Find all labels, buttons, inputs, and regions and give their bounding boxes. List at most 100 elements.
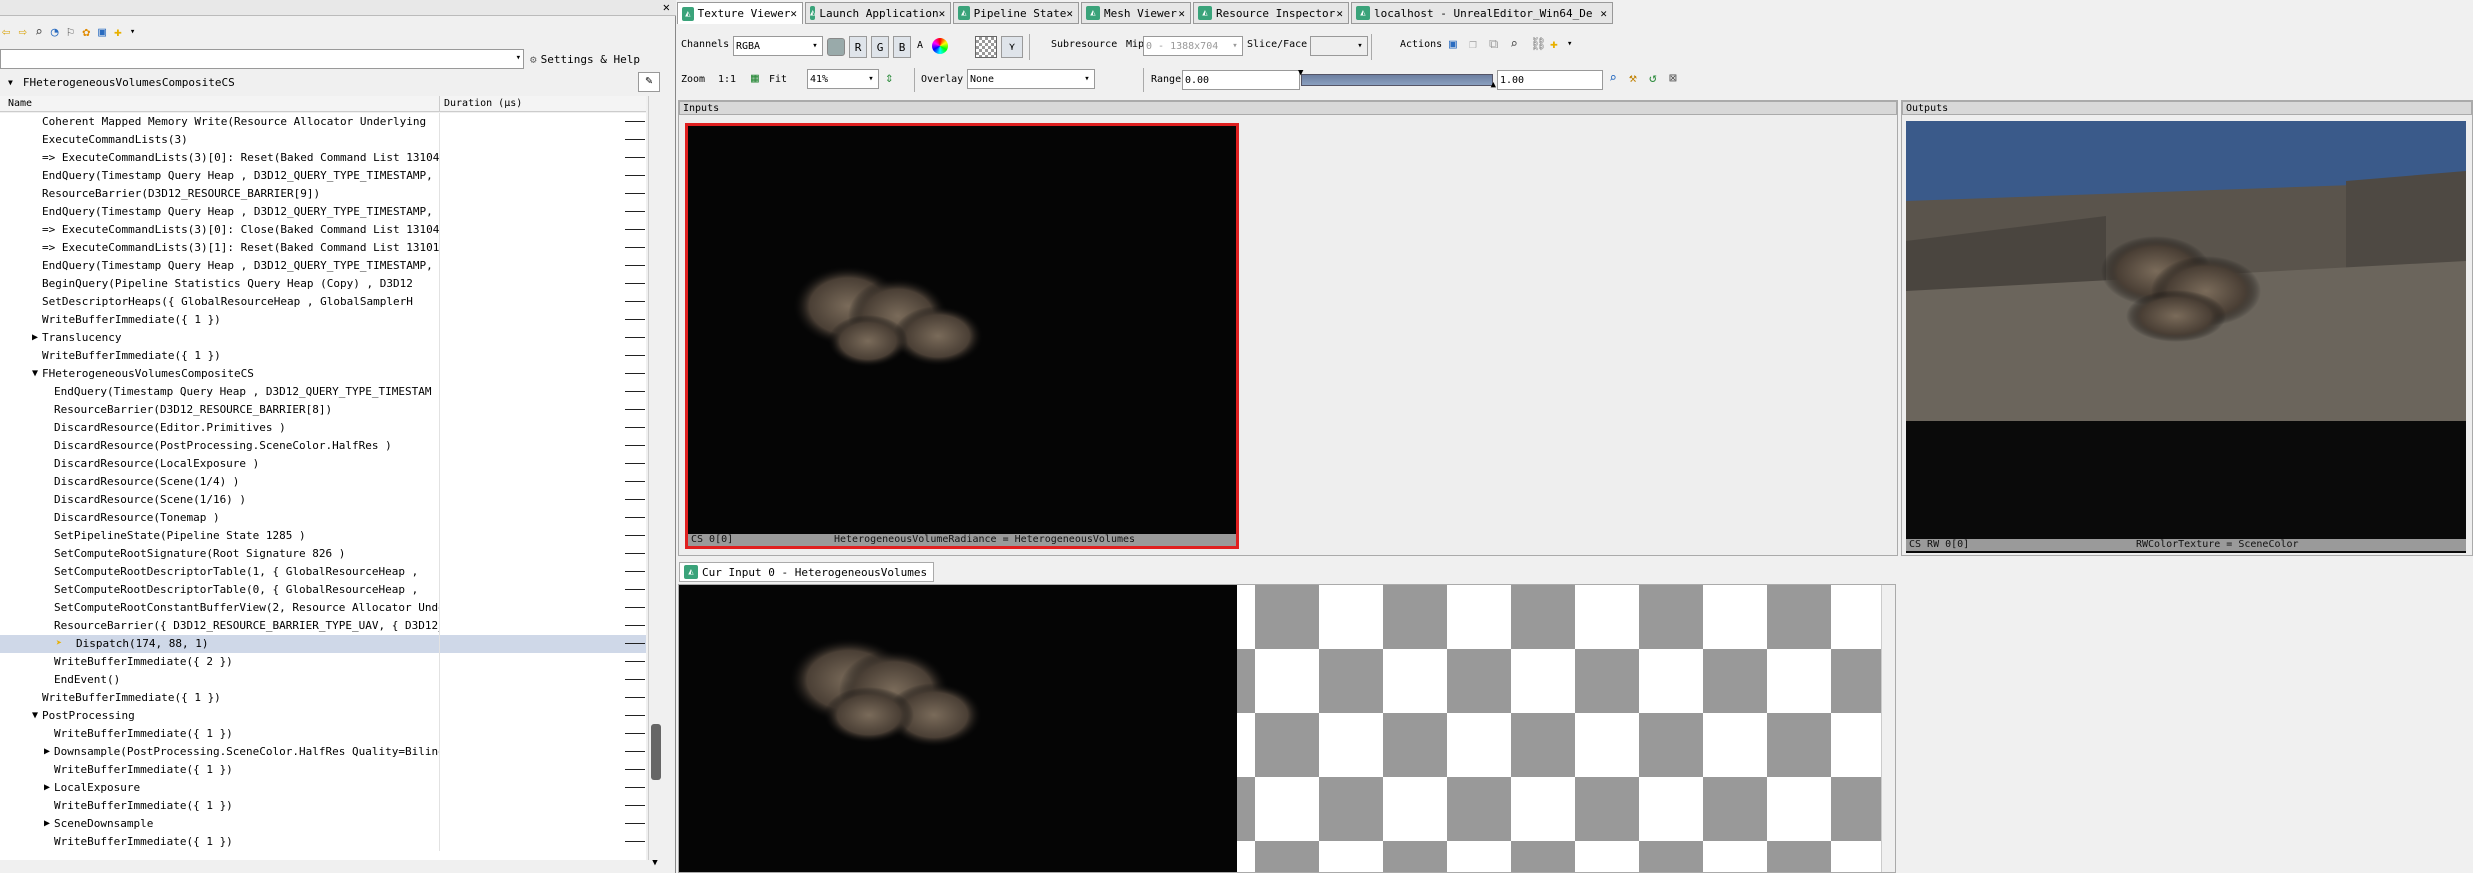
- event-row[interactable]: ▶ SceneDownsample: [0, 815, 646, 833]
- close-icon[interactable]: ✕: [663, 0, 670, 14]
- event-row[interactable]: DiscardResource(PostProcessing.SceneColo…: [0, 437, 646, 455]
- slice-select[interactable]: ▾: [1310, 36, 1368, 56]
- event-row[interactable]: => ExecuteCommandLists(3)[1]: Reset(Bake…: [0, 239, 646, 257]
- event-row[interactable]: BeginQuery(Pipeline Statistics Query Hea…: [0, 275, 646, 293]
- event-row[interactable]: SetComputeRootSignature(Root Signature 8…: [0, 545, 646, 563]
- event-row[interactable]: ▶ LocalExposure: [0, 779, 646, 797]
- range-min-handle[interactable]: ▼: [1298, 68, 1303, 78]
- edit-icon[interactable]: ✎: [638, 72, 660, 92]
- chevron-down-icon[interactable]: ▾: [516, 53, 521, 63]
- event-row[interactable]: EndQuery(Timestamp Query Heap , D3D12_QU…: [0, 257, 646, 275]
- open-icon[interactable]: ⧉: [1489, 37, 1498, 52]
- event-row[interactable]: SetComputeRootDescriptorTable(1, { Globa…: [0, 563, 646, 581]
- binoculars-icon[interactable]: ⌕: [1510, 37, 1518, 52]
- expand-icon[interactable]: ▶: [44, 779, 50, 797]
- tab-0[interactable]: ◭ Texture Viewer ✕: [677, 2, 803, 24]
- checkerboard-icon[interactable]: [975, 36, 997, 58]
- zoom-select[interactable]: 41% ▾: [807, 69, 879, 89]
- event-row[interactable]: WriteBufferImmediate({ 1 }): [0, 761, 646, 779]
- main-texture-view[interactable]: [678, 584, 1896, 873]
- event-row[interactable]: EndQuery(Timestamp Query Heap , D3D12_QU…: [0, 203, 646, 221]
- color-wheel-icon[interactable]: [932, 38, 948, 54]
- event-row[interactable]: WriteBufferImmediate({ 1 }): [0, 347, 646, 365]
- event-row[interactable]: => ExecuteCommandLists(3)[0]: Reset(Bake…: [0, 149, 646, 167]
- chevron-down-icon[interactable]: ▼: [8, 78, 13, 87]
- collapse-icon[interactable]: ▼: [32, 707, 38, 725]
- event-row[interactable]: EndQuery(Timestamp Query Heap , D3D12_QU…: [0, 167, 646, 185]
- zoom-1to1-button[interactable]: 1:1: [718, 74, 736, 85]
- event-row[interactable]: DiscardResource(Editor.Primitives ): [0, 419, 646, 437]
- scroll-down-icon[interactable]: ▼: [648, 858, 662, 872]
- fit-button[interactable]: Fit: [769, 74, 787, 85]
- filter-input[interactable]: ▾: [0, 49, 524, 69]
- output-thumbnail[interactable]: CS RW 0[0] RWColorTexture = SceneColor: [1906, 121, 2466, 553]
- flip-icon[interactable]: ⋎: [1001, 36, 1023, 58]
- event-tree[interactable]: Coherent Mapped Memory Write(Resource Al…: [0, 113, 646, 860]
- link-icon[interactable]: ⛓: [1530, 37, 1547, 52]
- expand-icon[interactable]: ▶: [32, 329, 38, 347]
- event-row[interactable]: DiscardResource(Scene(1/4) ): [0, 473, 646, 491]
- event-row[interactable]: WriteBufferImmediate({ 1 }): [0, 689, 646, 707]
- channel-r-button[interactable]: R: [849, 36, 867, 58]
- range-histogram[interactable]: ▼ ▲: [1298, 68, 1496, 90]
- chevron-down-icon[interactable]: ▾: [130, 27, 135, 37]
- channel-b-button[interactable]: B: [893, 36, 911, 58]
- close-icon[interactable]: ✕: [1336, 7, 1343, 20]
- timer-icon[interactable]: ◔: [51, 25, 59, 40]
- save-icon[interactable]: ▣: [1449, 37, 1457, 52]
- event-row[interactable]: ▼ FHeterogeneousVolumesCompositeCS: [0, 365, 646, 383]
- pipette-icon[interactable]: ✚: [1550, 37, 1558, 52]
- event-row[interactable]: SetDescriptorHeaps({ GlobalResourceHeap …: [0, 293, 646, 311]
- event-row[interactable]: ExecuteCommandLists(3): [0, 131, 646, 149]
- mip-select[interactable]: 0 - 1388x704 ▾: [1143, 36, 1243, 56]
- close-icon[interactable]: ✕: [790, 7, 797, 20]
- event-row[interactable]: ➤ Dispatch(174, 88, 1): [0, 635, 646, 653]
- close-icon[interactable]: ✕: [939, 7, 946, 20]
- collapse-icon[interactable]: ▼: [32, 365, 38, 383]
- settings-icon[interactable]: ✿: [82, 25, 90, 40]
- chevron-down-icon[interactable]: ▾: [1567, 39, 1572, 49]
- event-row[interactable]: Coherent Mapped Memory Write(Resource Al…: [0, 113, 646, 131]
- event-row[interactable]: ▼ PostProcessing: [0, 707, 646, 725]
- texture-canvas[interactable]: [679, 585, 1237, 872]
- event-row[interactable]: SetComputeRootConstantBufferView(2, Reso…: [0, 599, 646, 617]
- channel-g-button[interactable]: G: [871, 36, 889, 58]
- event-row[interactable]: WriteBufferImmediate({ 1 }): [0, 797, 646, 815]
- range-min-input[interactable]: 0.00: [1182, 70, 1300, 90]
- tab-1[interactable]: ◭ Launch Application ✕: [805, 2, 951, 24]
- tab-2[interactable]: ◭ Pipeline State ✕: [953, 2, 1079, 24]
- close-icon[interactable]: ✕: [1178, 7, 1185, 20]
- zoom-range-icon[interactable]: ⌕: [1609, 71, 1617, 86]
- copy-icon[interactable]: ❐: [1469, 37, 1477, 52]
- channel-toggle-icon[interactable]: [827, 38, 845, 56]
- event-row[interactable]: ResourceBarrier(D3D12_RESOURCE_BARRIER[9…: [0, 185, 646, 203]
- channel-a-button[interactable]: A: [917, 40, 923, 51]
- range-max-handle[interactable]: ▲: [1491, 80, 1496, 90]
- vertical-scrollbar[interactable]: [1881, 585, 1895, 872]
- fit-icon[interactable]: ▦: [751, 71, 759, 86]
- event-row[interactable]: DiscardResource(LocalExposure ): [0, 455, 646, 473]
- event-row[interactable]: SetComputeRootDescriptorTable(0, { Globa…: [0, 581, 646, 599]
- event-row[interactable]: ResourceBarrier({ D3D12_RESOURCE_BARRIER…: [0, 617, 646, 635]
- event-row[interactable]: EndEvent(): [0, 671, 646, 689]
- event-row[interactable]: => ExecuteCommandLists(3)[0]: Close(Bake…: [0, 221, 646, 239]
- event-row[interactable]: WriteBufferImmediate({ 1 }): [0, 725, 646, 743]
- event-row[interactable]: WriteBufferImmediate({ 1 }): [0, 311, 646, 329]
- overlay-select[interactable]: None ▾: [967, 69, 1095, 89]
- arrow-right-icon[interactable]: ⇨: [18, 24, 26, 40]
- column-duration[interactable]: Duration (µs): [444, 98, 522, 109]
- histogram-icon[interactable]: ⊠: [1669, 71, 1677, 86]
- column-name[interactable]: Name: [8, 98, 32, 109]
- channels-select[interactable]: RGBA ▾: [733, 36, 823, 56]
- scrollbar-thumb[interactable]: [651, 724, 661, 780]
- tab-5[interactable]: ◭ localhost - UnrealEditor_Win64_De ✕: [1351, 2, 1613, 24]
- event-row[interactable]: SetPipelineState(Pipeline State 1285 ): [0, 527, 646, 545]
- event-row[interactable]: DiscardResource(Tonemap ): [0, 509, 646, 527]
- settings-help-button[interactable]: ⚙ Settings & Help: [530, 49, 640, 69]
- input-thumbnail[interactable]: CS 0[0] HeterogeneousVolumeRadiance = He…: [685, 123, 1239, 549]
- tab-3[interactable]: ◭ Mesh Viewer ✕: [1081, 2, 1191, 24]
- binoculars-icon[interactable]: ⌕: [35, 25, 43, 40]
- flip-vertical-icon[interactable]: ⇕: [885, 70, 893, 86]
- range-max-input[interactable]: 1.00: [1497, 70, 1603, 90]
- close-icon[interactable]: ✕: [1600, 7, 1607, 20]
